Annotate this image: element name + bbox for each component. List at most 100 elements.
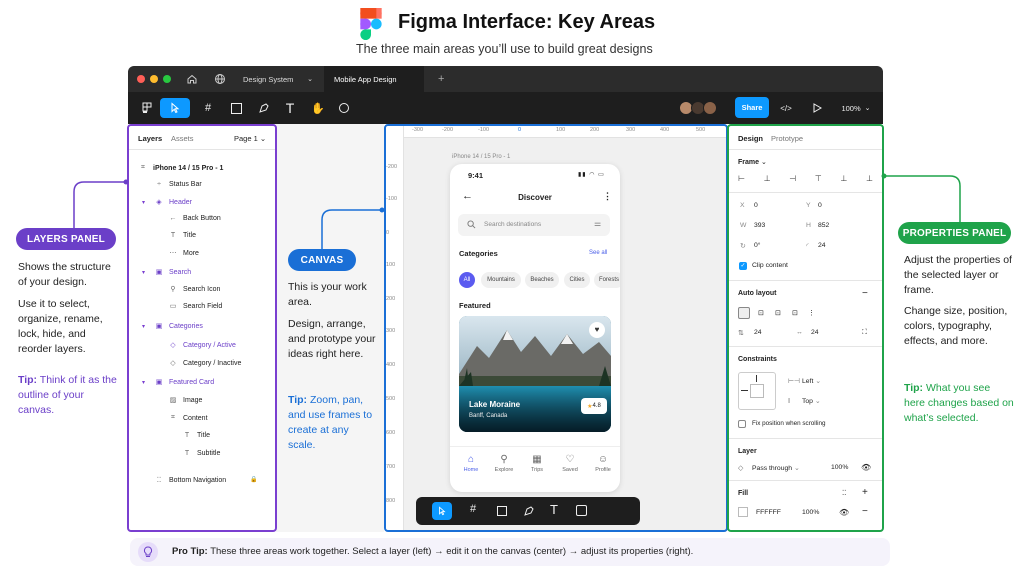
canvas-tip: Tip: Zoom, pan, and use frames to create… bbox=[288, 393, 378, 453]
status-time: 9:41 bbox=[468, 171, 484, 180]
phone-frame[interactable]: 9:41 ▮▮ ◠ ▭ ← Discover ⋮ Search destinat… bbox=[450, 164, 620, 492]
layers-usage: Use it to select, organize, rename, lock… bbox=[18, 298, 103, 355]
frame-tool-icon[interactable]: # bbox=[470, 503, 476, 515]
status-icons: ▮▮ ◠ ▭ bbox=[578, 172, 605, 178]
heart-icon[interactable]: ♥ bbox=[589, 322, 605, 338]
move-tool-button[interactable] bbox=[432, 502, 452, 520]
move-tool-button[interactable] bbox=[160, 98, 190, 118]
layers-tip: Tip: Think of it as the outline of your … bbox=[18, 373, 122, 418]
properties-tip: Tip: What you see here changes based on … bbox=[904, 381, 1014, 426]
rectangle-tool-icon[interactable] bbox=[226, 98, 246, 118]
layers-panel-highlight bbox=[127, 124, 277, 532]
toolbar: # T ✋ Share </> 100% ⌄ bbox=[128, 92, 883, 124]
see-all-link[interactable]: See all bbox=[589, 250, 607, 256]
code-icon[interactable]: </> bbox=[776, 98, 796, 118]
screen-title: Discover bbox=[518, 193, 552, 202]
page-title: Figma Interface: Key Areas bbox=[398, 11, 656, 33]
filter-icon[interactable]: ⚌ bbox=[594, 219, 601, 228]
category-chip-active[interactable]: All bbox=[459, 272, 475, 288]
text-tool-icon[interactable]: T bbox=[280, 98, 300, 118]
lightbulb-icon bbox=[138, 542, 158, 562]
profile-icon: ☺ bbox=[597, 454, 609, 465]
tab-bar: Design System ⌄ Mobile App Design + bbox=[128, 66, 883, 92]
chevron-down-icon: ⌄ bbox=[864, 105, 871, 112]
zoom-dropdown[interactable]: 100% ⌄ bbox=[838, 98, 874, 118]
canvas-toolbar: # T bbox=[416, 497, 640, 525]
tab-design-system[interactable]: Design System ⌄ bbox=[233, 66, 321, 92]
chevron-down-icon: ⌄ bbox=[307, 76, 313, 83]
zoom-value: 100% bbox=[841, 103, 861, 113]
properties-usage: Change size, position, colors, typograph… bbox=[904, 305, 1008, 347]
share-button[interactable]: Share bbox=[735, 97, 769, 118]
text-tool-icon[interactable]: T bbox=[550, 502, 558, 517]
card-subtitle: Banff, Canada bbox=[469, 413, 508, 419]
properties-description: Adjust the properties of the selected la… bbox=[904, 254, 1012, 296]
nav-label: Home bbox=[463, 467, 479, 473]
tip-label: Tip: bbox=[904, 382, 924, 394]
layers-panel-pill: LAYERS PANEL bbox=[16, 228, 116, 250]
search-icon bbox=[467, 220, 476, 229]
main-menu-icon[interactable] bbox=[136, 98, 158, 118]
canvas-description: This is your work area. bbox=[288, 281, 367, 308]
tip-label: Tip: bbox=[18, 374, 38, 386]
search-field[interactable]: Search destinations ⚌ bbox=[458, 214, 610, 236]
categories-title: Categories bbox=[459, 249, 498, 258]
minimize-window-button[interactable] bbox=[150, 75, 158, 83]
nav-label: Saved bbox=[562, 467, 578, 473]
canvas-usage: Design, arrange, and prototype your idea… bbox=[288, 318, 376, 360]
canvas-pill: CANVAS bbox=[288, 249, 356, 271]
frame-tool-icon[interactable]: # bbox=[198, 98, 218, 118]
pro-tip-text: Pro Tip: These three areas work together… bbox=[172, 546, 693, 557]
more-icon[interactable]: ⋮ bbox=[603, 191, 612, 202]
avatar[interactable] bbox=[703, 101, 717, 115]
cursor-icon bbox=[439, 506, 446, 516]
category-chip[interactable]: Beaches bbox=[525, 272, 559, 288]
properties-connector bbox=[881, 173, 961, 224]
nav-label: Trips bbox=[530, 467, 544, 473]
globe-icon[interactable] bbox=[214, 73, 226, 85]
pro-tip-banner: Pro Tip: These three areas work together… bbox=[130, 538, 890, 566]
category-chip[interactable]: Mountains bbox=[481, 272, 521, 288]
nav-label: Profile bbox=[595, 467, 611, 473]
layers-connector bbox=[73, 179, 129, 230]
featured-title: Featured bbox=[459, 301, 491, 310]
category-chip[interactable]: Cities bbox=[564, 272, 590, 288]
rating-badge: ★ 4.8 bbox=[581, 398, 607, 414]
properties-panel-highlight bbox=[727, 124, 884, 532]
figma-logo-icon bbox=[360, 8, 382, 40]
layers-description: Shows the structure of your design. bbox=[18, 261, 111, 288]
properties-panel-pill: PROPERTIES PANEL bbox=[898, 222, 1011, 244]
page-subtitle: The three main areas you’ll use to build… bbox=[356, 42, 653, 56]
pen-tool-icon[interactable] bbox=[254, 98, 274, 118]
new-tab-button[interactable]: + bbox=[428, 66, 448, 92]
close-window-button[interactable] bbox=[137, 75, 145, 83]
comment-tool-icon[interactable] bbox=[334, 98, 354, 118]
tip-label: Tip: bbox=[288, 394, 308, 406]
hand-tool-icon[interactable]: ✋ bbox=[308, 98, 328, 118]
play-icon[interactable] bbox=[806, 98, 828, 118]
category-chip[interactable]: Forests bbox=[594, 272, 620, 288]
card-title: Lake Moraine bbox=[469, 400, 521, 409]
search-placeholder: Search destinations bbox=[484, 221, 542, 228]
pen-tool-icon[interactable] bbox=[523, 504, 535, 522]
nav-item[interactable]: ♡ Saved bbox=[555, 454, 585, 473]
nav-item[interactable]: ⌂ Home bbox=[456, 454, 486, 473]
rating-value: 4.8 bbox=[592, 403, 601, 409]
home-icon[interactable] bbox=[186, 73, 198, 85]
featured-card[interactable]: Lake Moraine Banff, Canada ★ 4.8 ♥ bbox=[459, 316, 611, 432]
tab-label: Design System bbox=[243, 74, 294, 84]
nav-label: Explore bbox=[494, 467, 514, 473]
nav-item[interactable]: ▦ Trips bbox=[522, 454, 552, 473]
saved-icon: ♡ bbox=[565, 454, 575, 465]
rectangle-tool-icon[interactable] bbox=[497, 506, 507, 516]
pro-tip-label: Pro Tip: bbox=[172, 546, 208, 557]
tab-label: Mobile App Design bbox=[334, 74, 397, 84]
tab-mobile-app-design[interactable]: Mobile App Design bbox=[324, 66, 424, 92]
cursor-icon bbox=[171, 102, 180, 114]
nav-item[interactable]: ☺ Profile bbox=[588, 454, 618, 473]
explore-icon: ⚲ bbox=[500, 454, 508, 465]
nav-item[interactable]: ⚲ Explore bbox=[489, 454, 519, 473]
canvas-connector bbox=[321, 207, 385, 252]
section-tool-icon[interactable] bbox=[576, 505, 587, 516]
maximize-window-button[interactable] bbox=[163, 75, 171, 83]
